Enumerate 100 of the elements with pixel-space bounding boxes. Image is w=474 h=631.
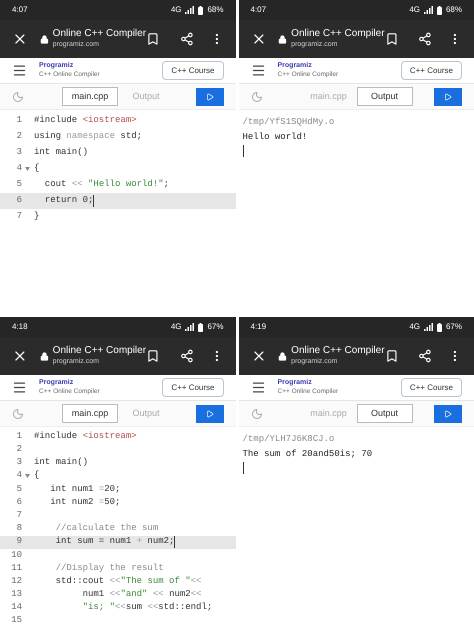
line-number: 14	[10, 601, 22, 614]
line-number: 9	[16, 535, 22, 548]
file-tab[interactable]: Output	[356, 404, 412, 423]
line-number: 4	[16, 162, 22, 176]
bookmark-icon[interactable]	[384, 349, 398, 363]
line-number: 1	[16, 114, 22, 128]
network-label: 4G	[409, 321, 420, 333]
run-button[interactable]	[196, 404, 224, 422]
line-number: 2	[16, 130, 22, 144]
battery-icon	[436, 322, 442, 332]
page-title: Online C++ Compiler	[52, 28, 146, 40]
code-line: using namespace std;	[33, 130, 142, 144]
text-cursor	[242, 462, 244, 474]
code-line: std::cout <<"The sum of "<<	[54, 574, 202, 588]
battery-icon	[436, 6, 442, 14]
page-title: Online C++ Compiler	[52, 345, 146, 358]
course-button[interactable]: C++ Course	[162, 61, 224, 80]
battery-percent: 68%	[446, 4, 462, 16]
page-title: Online C++ Compiler	[291, 345, 385, 358]
line-number: 13	[10, 588, 22, 602]
menu-icon[interactable]	[12, 63, 27, 78]
line-number: 5	[16, 178, 22, 192]
network-label: 4G	[409, 4, 420, 16]
share-icon[interactable]	[418, 32, 432, 46]
signal-icon	[185, 6, 194, 14]
code-line: num1 <<"and" << num2<<	[82, 588, 202, 602]
output-path: /tmp/YfS1SQHdMy.o	[242, 116, 336, 129]
line-number: 6	[16, 496, 22, 509]
line-number: 10	[10, 548, 22, 562]
code-line: //calculate the sum	[54, 522, 158, 536]
code-line: cout << "Hello world!";	[44, 178, 170, 192]
code-line: int sum = num1 + num2;	[54, 535, 174, 548]
line-number: 3	[16, 456, 22, 470]
course-button[interactable]: C++ Course	[400, 378, 462, 397]
line-number: 12	[10, 574, 22, 588]
lock-icon	[278, 352, 288, 360]
play-icon	[444, 410, 452, 418]
file-tab[interactable]: Output	[356, 87, 412, 106]
output-line: Hello world!	[242, 131, 308, 144]
theme-toggle-icon[interactable]	[12, 90, 24, 102]
line-number: 4	[16, 469, 22, 482]
code-line: int num2 =50;	[49, 496, 120, 509]
signal-icon	[185, 323, 194, 331]
lock-icon	[40, 34, 49, 44]
lock-icon	[278, 34, 288, 44]
line-number: 5	[16, 482, 22, 496]
share-icon[interactable]	[180, 349, 194, 363]
fold-arrow-icon[interactable]	[24, 474, 30, 478]
code-line: int num1 =20;	[49, 482, 120, 496]
battery-percent: 68%	[207, 4, 224, 16]
output-path: /tmp/YLH7J6K8CJ.o	[242, 433, 336, 446]
code-line: {	[33, 469, 40, 482]
course-button[interactable]: C++ Course	[400, 61, 462, 80]
lock-icon	[40, 352, 49, 360]
battery-icon	[198, 322, 204, 332]
theme-toggle-icon[interactable]	[250, 90, 262, 102]
theme-toggle-icon[interactable]	[12, 408, 24, 420]
line-number: 1	[16, 430, 22, 443]
battery-icon	[198, 6, 204, 14]
menu-icon[interactable]	[250, 63, 266, 78]
run-button[interactable]	[434, 404, 462, 422]
play-icon	[206, 410, 214, 418]
code-line: int main()	[33, 146, 88, 160]
run-button[interactable]	[434, 88, 462, 106]
status-time: 4:07	[12, 4, 28, 16]
signal-icon	[424, 6, 433, 14]
signal-icon	[424, 323, 433, 331]
bookmark-icon[interactable]	[146, 32, 160, 46]
play-icon	[206, 92, 214, 100]
menu-icon[interactable]	[250, 380, 266, 395]
code-line: //Display the result	[54, 562, 164, 575]
text-cursor	[93, 195, 94, 207]
code-line: return 0;	[44, 194, 94, 208]
theme-toggle-icon[interactable]	[250, 408, 262, 420]
line-number: 6	[16, 194, 22, 208]
run-button[interactable]	[196, 88, 224, 106]
line-number: 7	[16, 210, 22, 224]
bookmark-icon[interactable]	[384, 32, 398, 46]
text-cursor	[242, 145, 244, 157]
file-tab[interactable]: main.cpp	[62, 404, 118, 423]
output-line: The sum of 20and50is; 70	[242, 448, 374, 461]
code-line: int main()	[33, 456, 88, 470]
network-label: 4G	[170, 321, 182, 333]
text-cursor	[174, 536, 176, 548]
code-line: {	[33, 162, 40, 176]
share-icon[interactable]	[180, 32, 194, 46]
bookmark-icon[interactable]	[146, 349, 160, 363]
share-icon[interactable]	[418, 349, 432, 363]
menu-icon[interactable]	[12, 380, 27, 395]
course-button[interactable]: C++ Course	[162, 378, 224, 397]
code-line: "is; "<<sum <<std::endl;	[82, 601, 212, 614]
code-line: #include <iostream>	[33, 114, 137, 128]
file-tab[interactable]: main.cpp	[62, 87, 118, 106]
status-time: 4:07	[250, 4, 266, 16]
line-number: 11	[10, 562, 22, 575]
line-number: 7	[16, 508, 22, 522]
line-number: 3	[16, 146, 22, 160]
network-label: 4G	[170, 4, 182, 16]
battery-percent: 67%	[207, 321, 224, 333]
fold-arrow-icon[interactable]	[24, 167, 30, 171]
